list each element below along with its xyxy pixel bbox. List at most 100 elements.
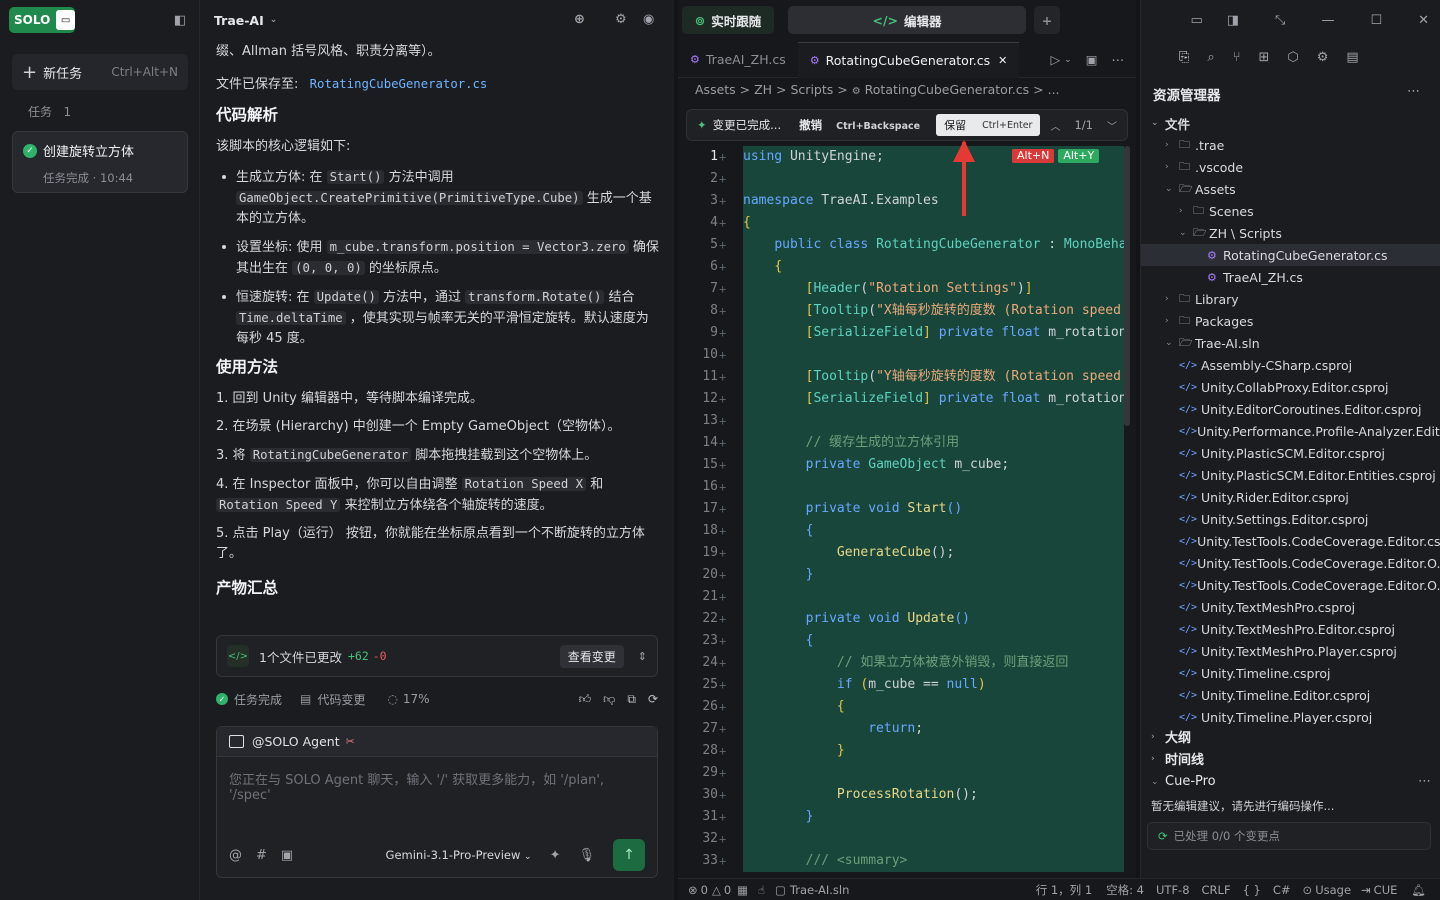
files-icon[interactable]: ⎘ [1179,50,1189,65]
git-icon[interactable]: ⑂ [1233,50,1241,65]
crumb[interactable]: RotatingCubeGenerator.cs [865,82,1030,97]
code-line[interactable]: 11 + [Tooltip("Y轴每秒旋转的度数 (Rotation speed [686,366,1124,388]
crumb[interactable]: Assets [695,82,736,97]
code-line[interactable]: 5 + public class RotatingCubeGenerator : … [686,234,1124,256]
code-line[interactable]: 16 + [686,476,1124,498]
search-icon[interactable]: ⌕ [1207,50,1214,65]
bell-icon[interactable]: 🔔︎ [1411,883,1426,897]
code-line[interactable]: 26 + { [686,696,1124,718]
code-line[interactable]: 31 + } [686,806,1124,828]
code-line[interactable]: 21 + [686,586,1124,608]
chevron-down-icon[interactable]: ﹀ [1107,118,1117,133]
code-line[interactable]: 29 + [686,762,1124,784]
close-icon[interactable]: ✕ [998,54,1007,67]
code-line[interactable]: 4 +{ [686,212,1124,234]
cue-label[interactable]: CUE [1374,883,1398,897]
maximize-icon[interactable]: ☐ [1370,13,1382,28]
code-line[interactable]: 2 + [686,168,1124,190]
collapse-icon[interactable]: ⤡ [1275,13,1285,28]
tree-item[interactable]: </> Unity.TestTools.CodeCoverage.Editor.O… [1141,574,1440,596]
mic-icon[interactable]: 🎙︎ [578,848,595,863]
code-line[interactable]: 10 + [686,344,1124,366]
add-tab-button[interactable]: + [1034,6,1060,34]
braces-indicator[interactable]: { } [1243,883,1261,897]
code-line[interactable]: 3 + namespace TraeAI.Examples [686,190,1124,212]
outline-section[interactable]: › 大纲 [1151,727,1191,746]
tree-item[interactable]: ⌄ 🗁︎ Trae-AI.sln [1141,332,1440,354]
thumbs-down-icon[interactable]: 👎︎ [603,692,615,707]
view-changes-button[interactable]: 查看变更 [559,644,624,668]
run-icon[interactable]: ▷ [1051,52,1061,67]
send-button[interactable]: ↑ [613,839,645,871]
code-line[interactable]: 8 + [Tooltip("X轴每秒旋转的度数 (Rotation speed [686,300,1124,322]
code-line[interactable]: 20 + } [686,564,1124,586]
copy-icon[interactable]: ⧉ [627,692,636,707]
cue-section[interactable]: ⌄ Cue-Pro ⋯ [1151,774,1431,789]
new-task-button[interactable]: + 新任务 Ctrl+Alt+N [12,54,188,90]
tree-item[interactable]: </> Unity.PlasticSCM.Editor.Entities.cspr… [1141,464,1440,486]
tree-item[interactable]: </> Unity.Timeline.csproj [1141,662,1440,684]
tree-item[interactable]: ⌄ 🗁︎ ZH \ Scripts [1141,222,1440,244]
chevron-down-icon[interactable]: ⌄ [1064,55,1072,65]
mention-icon[interactable]: @ [229,848,242,863]
chevron-up-icon[interactable]: ︿ [1050,118,1060,133]
chat-input[interactable]: 您正在与 SOLO Agent 聊天，输入 '/' 获取更多能力，如 '/pla… [217,757,657,815]
hand-icon[interactable]: ☝ [758,883,765,897]
project-name[interactable]: Trae-AI.sln [790,883,849,897]
code-line[interactable]: 18 + { [686,520,1124,542]
solo-logo[interactable]: SOLO ▭ [9,7,75,33]
split-icon[interactable]: ▣ [1086,52,1098,67]
language-mode[interactable]: C# [1273,883,1291,897]
tree-item[interactable]: </> Unity.Rider.Editor.csproj [1141,486,1440,508]
code-line[interactable]: 27 + return; [686,718,1124,740]
tree-item[interactable]: ⚙ RotatingCubeGenerator.cs [1141,244,1440,266]
code-line[interactable]: 12 + [SerializeField] private float m_rot… [686,388,1124,410]
expand-icon[interactable]: ⇕ [638,650,647,663]
usage-label[interactable]: Usage [1315,883,1351,897]
chevron-down-icon[interactable]: ⌄ [270,15,278,25]
more-icon[interactable]: ⋯ [1418,774,1431,789]
error-icon[interactable]: ⊗ [688,883,698,897]
encoding[interactable]: UTF-8 [1156,883,1190,897]
tree-item[interactable]: </> Unity.Timeline.Editor.csproj [1141,684,1440,706]
tab-live-follow[interactable]: ⊚ 实时跟随 [682,6,774,34]
code-line[interactable]: 13 + [686,410,1124,432]
tree-item[interactable]: › 🗀︎ .trae [1141,134,1440,156]
account-icon[interactable]: ◉ [643,12,654,27]
tree-item[interactable]: </> Unity.TestTools.CodeCoverage.Editor.c… [1141,530,1440,552]
tree-item[interactable]: › 🗀︎ .vscode [1141,156,1440,178]
code-line[interactable]: 14 + // 缓存生成的立方体引用 [686,432,1124,454]
tree-item[interactable]: ⌄ 🗁︎ Assets [1141,178,1440,200]
tree-item[interactable]: › 🗀︎ Scenes [1141,200,1440,222]
image-icon[interactable]: ▣ [281,848,293,863]
agent-selector[interactable]: @SOLO Agent ✂ [217,727,657,757]
code-line[interactable]: 23 + { [686,630,1124,652]
package-icon[interactable]: ⬡ [1287,50,1298,65]
file-tab-active[interactable]: ⚙ RotatingCubeGenerator.cs ✕ [797,41,1020,78]
tree-item[interactable]: </> Unity.Timeline.Player.csproj [1141,706,1440,725]
chat-title[interactable]: Trae-AI [214,13,264,28]
history-icon[interactable]: ⊕ [574,12,585,27]
tree-item[interactable]: › 🗀︎ Library [1141,288,1440,310]
debug-icon[interactable]: ⚙ [1317,50,1329,65]
code-line[interactable]: 28 + } [686,740,1124,762]
tree-item[interactable]: ⚙ TraeAI_ZH.cs [1141,266,1440,288]
code-line[interactable]: 6 + { [686,256,1124,278]
line-ending[interactable]: CRLF [1202,883,1231,897]
file-tab[interactable]: ⚙ TraeAI_ZH.cs [678,42,798,78]
extensions-icon[interactable]: ⊞ [1259,50,1270,65]
accept-key-badge[interactable]: Alt+Y [1058,149,1100,163]
hash-icon[interactable]: # [256,848,267,863]
remote-icon[interactable]: ▤ [1346,50,1358,65]
code-line[interactable]: 19 + GenerateCube(); [686,542,1124,564]
code-line[interactable]: 7 + [Header("Rotation Settings")] [686,278,1124,300]
layout-icon[interactable]: ▭ [1190,13,1202,28]
tree-root[interactable]: ⌄ 文件 [1151,112,1440,134]
indent-setting[interactable]: 空格: 4 [1106,882,1144,898]
tree-item[interactable]: </> Assembly-CSharp.csproj [1141,354,1440,376]
keep-button[interactable]: 保留 Ctrl+Enter [936,114,1041,136]
scrollbar[interactable] [1124,146,1130,426]
tree-item[interactable]: </> Unity.TextMeshPro.csproj [1141,596,1440,618]
tree-item[interactable]: </> Unity.CollabProxy.Editor.csproj [1141,376,1440,398]
model-selector[interactable]: Gemini-3.1-Pro-Preview ⌄ [386,848,532,862]
